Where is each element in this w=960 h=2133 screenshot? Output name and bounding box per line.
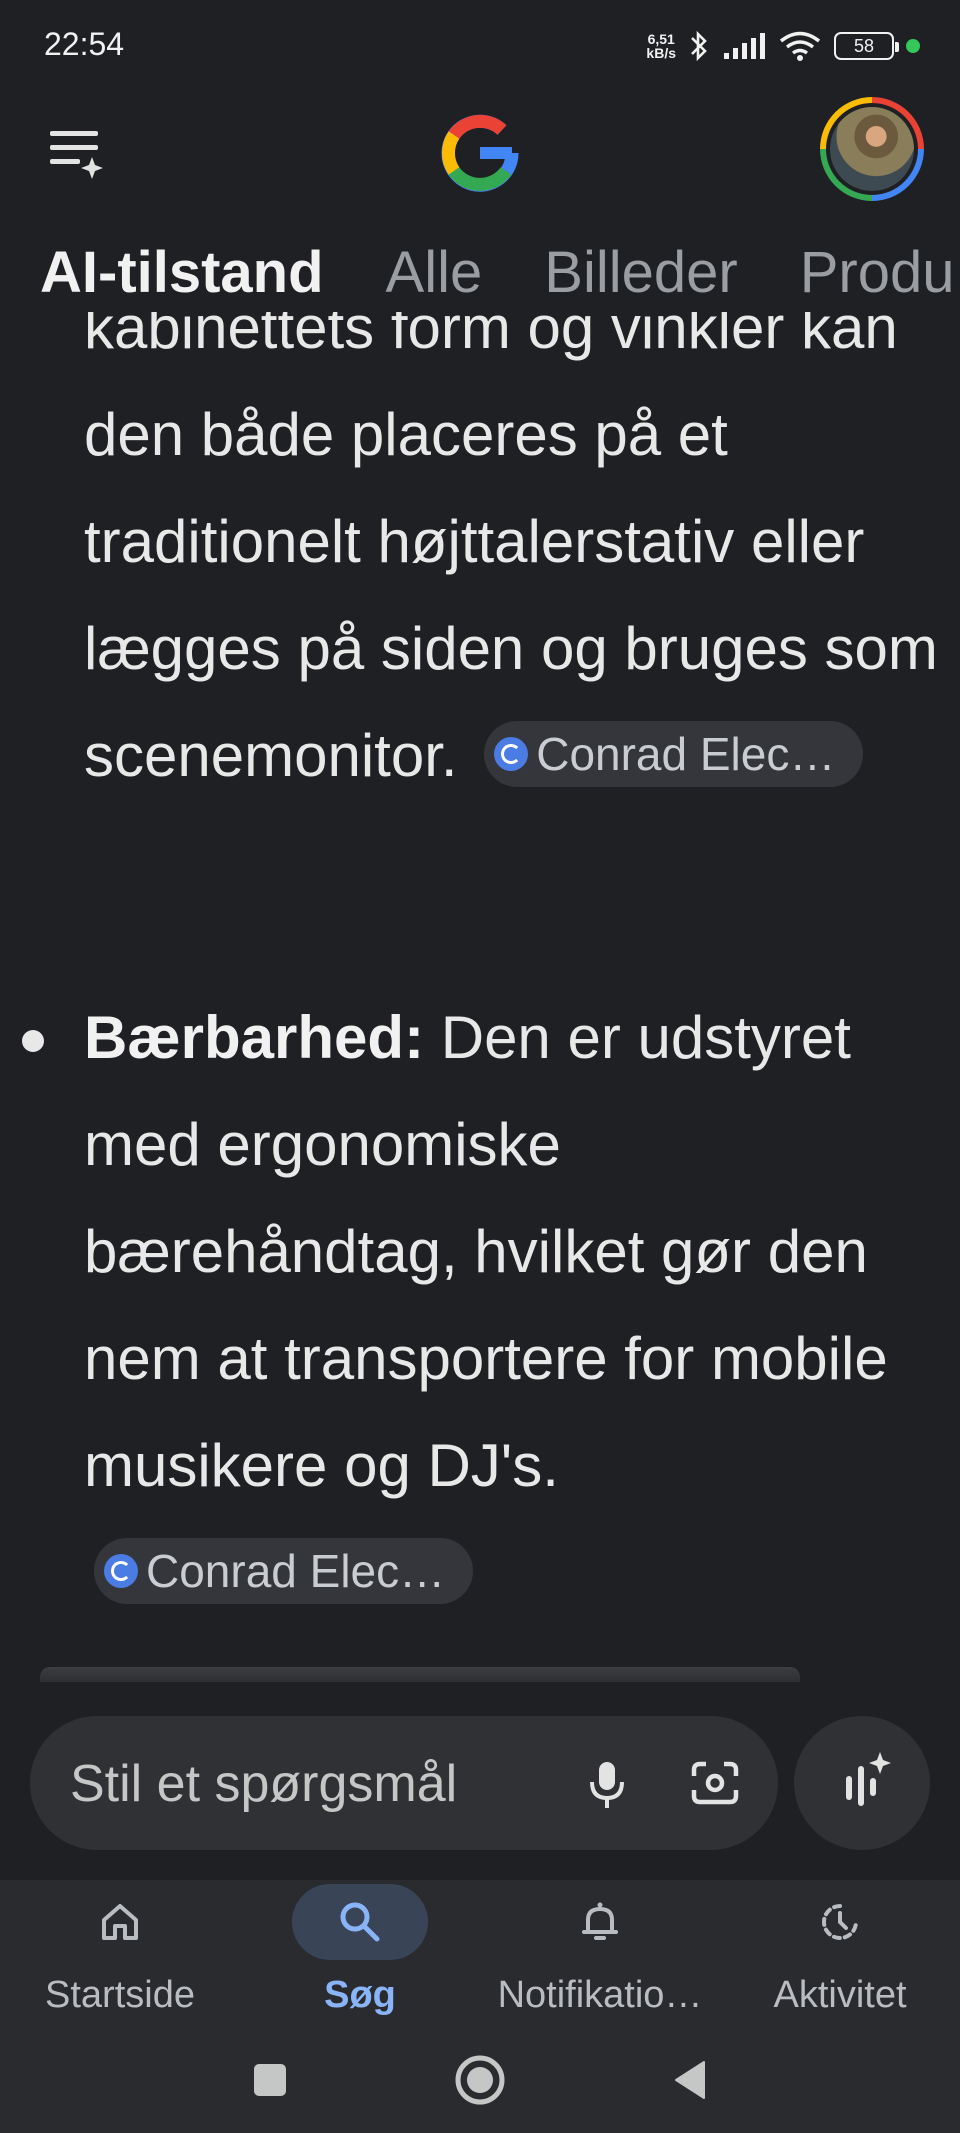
- lens-camera-icon: [691, 1761, 739, 1805]
- bell-icon: [582, 1902, 618, 1940]
- system-navigation-bar: [0, 2030, 960, 2133]
- menu-sparkle-icon: [50, 131, 103, 179]
- status-bar: 22:54 6,51 kB/s 58: [0, 0, 960, 90]
- bullet-dot: [22, 1030, 44, 1052]
- nav-home-icon-wrap: [52, 1884, 188, 1960]
- home-system-button[interactable]: [450, 2050, 510, 2110]
- bullet-title: Bærbarhed:: [84, 1004, 425, 1071]
- home-icon: [102, 1904, 138, 1940]
- avatar-photo: [826, 103, 918, 195]
- nav-home[interactable]: Startside: [0, 1880, 240, 2030]
- activity-icon: [822, 1904, 858, 1940]
- google-g-logo[interactable]: [440, 113, 520, 193]
- clipped-text-fade: [40, 1667, 800, 1682]
- tab-products[interactable]: Produ: [800, 238, 955, 308]
- nav-search[interactable]: Søg: [240, 1880, 480, 2030]
- source-chip-label: Conrad Elec…: [536, 727, 836, 780]
- nav-notifications[interactable]: Notifikatio…: [480, 1880, 720, 2030]
- source-chip[interactable]: Conrad Elec…: [94, 1538, 474, 1605]
- recents-button[interactable]: [240, 2050, 300, 2110]
- answer-bullet-item: Bærbarhed: Den er udstyret med ergonomis…: [84, 984, 944, 1626]
- recents-square-icon: [254, 2064, 286, 2096]
- lens-search-button[interactable]: [678, 1746, 752, 1820]
- ask-input-placeholder[interactable]: Stil et spørgsmål: [70, 1754, 457, 1814]
- network-speed: 6,51 kB/s: [646, 32, 676, 60]
- menu-button[interactable]: [46, 125, 106, 185]
- search-icon: [340, 1902, 380, 1942]
- ai-voice-sparkle-icon: [846, 1752, 891, 1806]
- tab-ai-mode[interactable]: AI-tilstand: [40, 238, 324, 308]
- nav-notifications-icon-wrap: [532, 1884, 668, 1960]
- battery-indicator: 58: [834, 32, 899, 60]
- source-chip-label: Conrad Elec…: [146, 1544, 446, 1597]
- wifi-icon: [779, 31, 821, 61]
- source-favicon-icon: [104, 1554, 138, 1589]
- nav-activity-icon-wrap: [772, 1884, 908, 1960]
- nav-notifications-label: Notifikatio…: [497, 1974, 703, 2016]
- status-time: 22:54: [44, 26, 125, 62]
- source-chip[interactable]: Conrad Elec…: [484, 721, 864, 788]
- tab-all[interactable]: Alle: [386, 238, 483, 308]
- bullet-text: Den er udstyret med ergonomiske bærehånd…: [84, 1004, 888, 1499]
- answer-paragraph: kabinettets form og vinkler kan den både…: [84, 312, 944, 809]
- source-favicon-icon: [494, 737, 529, 772]
- ask-input-bar[interactable]: Stil et spørgsmål: [30, 1716, 778, 1850]
- profile-avatar[interactable]: [820, 97, 924, 201]
- back-button[interactable]: [660, 2050, 720, 2110]
- nav-home-label: Startside: [45, 1974, 195, 2016]
- top-bar: [0, 95, 960, 205]
- ai-answer-content: kabinettets form og vinkler kan den både…: [0, 312, 960, 1682]
- voice-search-button[interactable]: [570, 1746, 644, 1820]
- network-speed-unit: kB/s: [646, 45, 676, 61]
- microphone-icon: [590, 1762, 624, 1808]
- ai-live-button[interactable]: [794, 1716, 930, 1850]
- nav-activity[interactable]: Aktivitet: [720, 1880, 960, 2030]
- tab-images[interactable]: Billeder: [544, 238, 737, 308]
- status-icons: 6,51 kB/s 58: [646, 26, 920, 66]
- network-speed-value: 6,51: [647, 31, 675, 47]
- signal-icon: [724, 33, 765, 59]
- bluetooth-icon: [691, 30, 707, 62]
- bottom-navigation: Startside Søg Notifikatio… Aktivitet: [0, 1880, 960, 2030]
- nav-search-label: Søg: [324, 1974, 396, 2016]
- home-circle-icon: [455, 2055, 505, 2105]
- nav-search-icon-wrap: [292, 1884, 428, 1960]
- back-triangle-icon: [675, 2061, 705, 2099]
- nav-activity-label: Aktivitet: [773, 1974, 907, 2016]
- search-tabs: AI-tilstand Alle Billeder Produ: [40, 238, 960, 308]
- privacy-dot: [906, 39, 920, 53]
